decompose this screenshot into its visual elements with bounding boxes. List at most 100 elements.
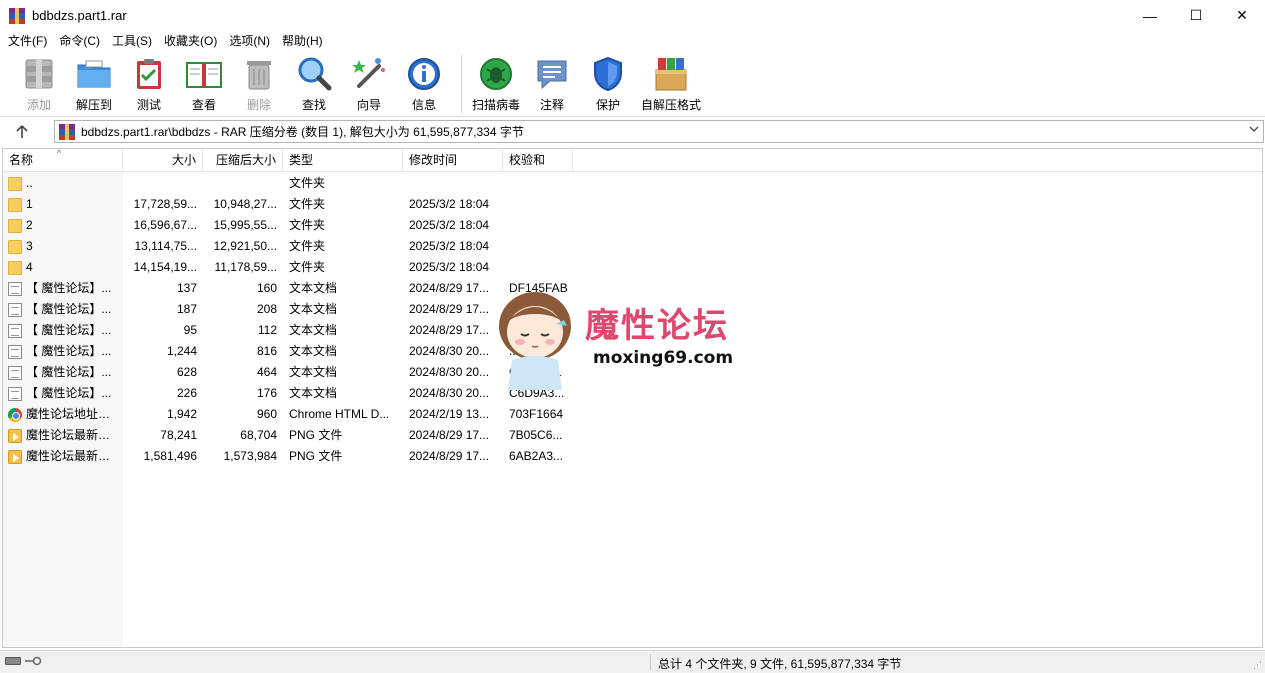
wizard-label: 向导 <box>356 98 381 112</box>
file-crc <box>503 173 573 194</box>
file-name: 魔性论坛最新开... <box>26 428 117 442</box>
up-arrow-icon[interactable] <box>0 118 44 145</box>
address-bar[interactable]: bdbdzs.part1.rar\bdbdzs - RAR 压缩分卷 (数目 1… <box>54 120 1264 143</box>
menu-commands[interactable]: 命令(C) <box>53 31 106 51</box>
header-name[interactable]: ^ 名称 <box>3 149 123 172</box>
file-name: 【 魔性论坛】... <box>26 344 112 358</box>
header-modified[interactable]: 修改时间 <box>403 149 503 172</box>
info-button[interactable]: 信息 <box>393 51 455 113</box>
maximize-button[interactable]: ☐ <box>1173 0 1219 31</box>
magic-wand-icon <box>350 56 388 92</box>
file-name: 【 魔性论坛】... <box>26 323 112 337</box>
sfx-box-icon <box>652 56 690 92</box>
text-file-icon <box>8 281 22 296</box>
folder-icon <box>8 218 22 233</box>
trash-icon <box>240 56 278 92</box>
file-modified: 2025/3/2 18:04 <box>409 218 490 232</box>
file-crc <box>503 215 573 236</box>
file-row[interactable]: 1 17,728,59... 10,948,27... 文件夹 2025/3/2 18:… <box>3 194 1262 215</box>
address-row: bdbdzs.part1.rar\bdbdzs - RAR 压缩分卷 (数目 1… <box>0 118 1265 145</box>
file-row[interactable]: 3 13,114,75... 12,921,50... 文件夹 2025/3/2 18:… <box>3 236 1262 257</box>
menu-tools[interactable]: 工具(S) <box>106 31 158 51</box>
file-row[interactable]: 4 14,154,19... 11,178,59... 文件夹 2025/3/2 18:… <box>3 257 1262 278</box>
file-packed-size: 11,178,59... <box>214 260 278 274</box>
window-controls: — ☐ ✕ <box>1127 0 1265 31</box>
file-row[interactable]: 魔性论坛地址发... 1,942 960 Chrome HTML D... 2024/2… <box>3 404 1262 425</box>
file-name: 【 魔性论坛】... <box>26 365 112 379</box>
file-size: 628 <box>176 365 197 379</box>
png-file-icon <box>8 449 22 464</box>
header-packed[interactable]: 压缩后大小 <box>203 149 283 172</box>
text-file-icon <box>8 365 22 380</box>
folder-icon <box>8 176 22 191</box>
file-size: 137 <box>176 281 197 295</box>
extract-folder-icon <box>75 56 113 92</box>
file-name-cell: 【 魔性论坛】... <box>3 341 123 362</box>
window-title: bdbdzs.part1.rar <box>32 8 127 23</box>
file-type: 文本文档 <box>289 281 338 295</box>
file-size: 17,728,59... <box>133 197 197 211</box>
drive-icon[interactable] <box>5 656 21 666</box>
test-button[interactable]: 测试 <box>125 51 173 113</box>
delete-button[interactable]: 删除 <box>235 51 283 113</box>
view-button[interactable]: 查看 <box>173 51 235 113</box>
text-file-icon <box>8 323 22 338</box>
file-name-cell: 【 魔性论坛】... <box>3 278 123 299</box>
file-crc: 7B05C6... <box>509 428 563 442</box>
file-packed-size: 1,573,984 <box>223 449 277 463</box>
file-packed-size: 10,948,27... <box>213 197 277 211</box>
file-row[interactable]: 魔性论坛最新开... 1,581,496 1,573,984 PNG 文件 2024/8… <box>3 446 1262 467</box>
file-packed-size: 12,921,50... <box>213 239 277 253</box>
extract-to-button[interactable]: 解压到 <box>63 51 125 113</box>
file-row[interactable]: 2 16,596,67... 15,995,55... 文件夹 2025/3/2 18:… <box>3 215 1262 236</box>
test-clipboard-icon <box>130 56 168 92</box>
file-type: 文本文档 <box>289 302 338 316</box>
column-header-row: ^ 名称 大小 压缩后大小 类型 修改时间 校验和 <box>3 149 1262 172</box>
search-icon <box>295 56 333 92</box>
virus-scan-icon <box>477 56 515 92</box>
file-type: 文件夹 <box>289 218 326 232</box>
find-button[interactable]: 查找 <box>283 51 345 113</box>
file-modified: 2025/3/2 18:04 <box>409 239 490 253</box>
file-row[interactable]: .. 文件夹 <box>3 173 1262 194</box>
file-type: PNG 文件 <box>289 428 343 442</box>
file-name-cell: 1 <box>3 194 123 215</box>
file-name-cell: 4 <box>3 257 123 278</box>
file-modified: 2025/3/2 18:04 <box>409 260 490 274</box>
header-crc[interactable]: 校验和 <box>503 149 573 172</box>
file-size: 1,942 <box>166 407 197 421</box>
file-modified: 2024/8/29 17... <box>409 428 490 442</box>
menu-favorites[interactable]: 收藏夹(O) <box>158 31 223 51</box>
add-button[interactable]: 添加 <box>15 51 63 113</box>
status-icons <box>5 656 42 666</box>
menu-options[interactable]: 选项(N) <box>223 31 276 51</box>
shield-icon <box>589 56 627 92</box>
chevron-down-icon[interactable] <box>1249 124 1259 136</box>
sfx-button[interactable]: 自解压格式 <box>636 51 706 113</box>
menu-file[interactable]: 文件(F) <box>2 31 53 51</box>
delete-label: 删除 <box>246 98 271 112</box>
toolbar-separator <box>461 55 462 113</box>
resize-grip-icon[interactable]: ⋰ <box>1253 660 1262 671</box>
menu-help[interactable]: 帮助(H) <box>276 31 329 51</box>
winrar-app-icon[interactable] <box>9 7 25 24</box>
minimize-button[interactable]: — <box>1127 0 1173 31</box>
file-name: 【 魔性论坛】... <box>26 302 112 316</box>
file-packed-size: 816 <box>256 344 277 358</box>
close-button[interactable]: ✕ <box>1219 0 1265 31</box>
file-name: 魔性论坛地址发... <box>26 407 117 421</box>
protect-button[interactable]: 保护 <box>580 51 636 113</box>
scan-virus-button[interactable]: 扫描病毒 <box>468 51 524 113</box>
key-icon[interactable] <box>24 656 42 666</box>
header-type[interactable]: 类型 <box>283 149 403 172</box>
file-modified: 2024/8/30 20... <box>409 386 490 400</box>
wizard-button[interactable]: 向导 <box>345 51 393 113</box>
header-name-label: 名称 <box>9 153 34 167</box>
file-row[interactable]: 魔性论坛最新开... 78,241 68,704 PNG 文件 2024/8/29 17… <box>3 425 1262 446</box>
file-list[interactable]: ^ 名称 大小 压缩后大小 类型 修改时间 校验和 .. 文件夹 1 17,728,5… <box>2 148 1263 648</box>
file-name-cell: 魔性论坛最新开... <box>3 425 123 446</box>
file-type: Chrome HTML D... <box>289 407 390 421</box>
header-size[interactable]: 大小 <box>123 149 203 172</box>
comment-button[interactable]: 注释 <box>524 51 580 113</box>
file-name-cell: 3 <box>3 236 123 257</box>
